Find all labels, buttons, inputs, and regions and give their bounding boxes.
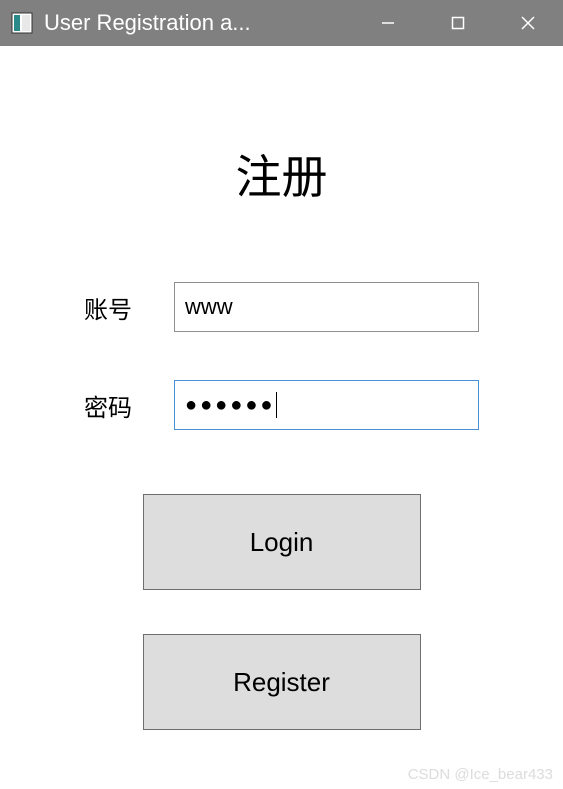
register-button[interactable]: Register xyxy=(143,634,421,730)
password-mask: ●●●●●● xyxy=(185,395,275,415)
content-area: 注册 账号 密码 ●●●●●● Login Register xyxy=(0,46,563,730)
app-icon xyxy=(8,9,36,37)
page-title: 注册 xyxy=(236,141,328,207)
login-button[interactable]: Login xyxy=(143,494,421,590)
watermark: CSDN @Ice_bear433 xyxy=(408,766,553,783)
titlebar: User Registration a... xyxy=(0,0,563,46)
window-title: User Registration a... xyxy=(44,10,353,36)
minimize-button[interactable] xyxy=(353,0,423,46)
window-controls xyxy=(353,0,563,46)
password-row: 密码 ●●●●●● xyxy=(84,380,479,430)
password-label: 密码 xyxy=(84,388,154,423)
password-input[interactable]: ●●●●●● xyxy=(174,380,479,430)
text-caret xyxy=(276,392,277,418)
username-row: 账号 xyxy=(84,282,479,332)
maximize-button[interactable] xyxy=(423,0,493,46)
close-button[interactable] xyxy=(493,0,563,46)
username-input[interactable] xyxy=(174,282,479,332)
username-label: 账号 xyxy=(84,290,154,325)
